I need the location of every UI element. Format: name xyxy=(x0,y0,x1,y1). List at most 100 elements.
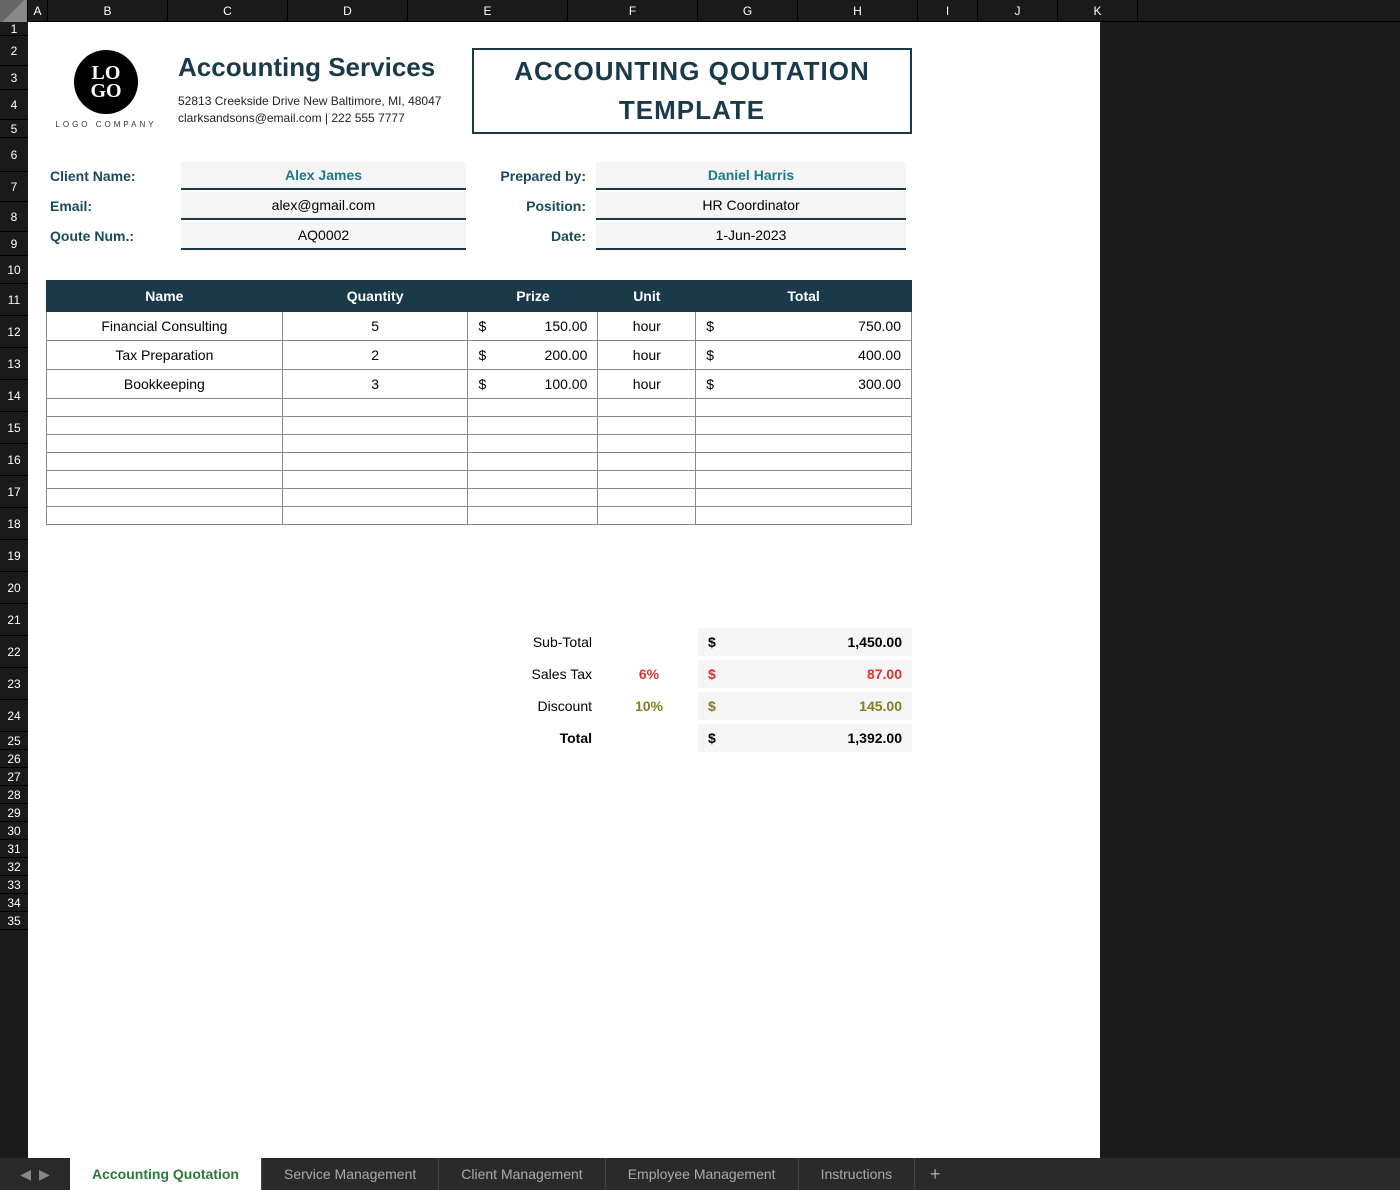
col-header-A[interactable]: A xyxy=(28,0,48,21)
row-header-18[interactable]: 18 xyxy=(0,508,28,540)
add-tab-button[interactable]: + xyxy=(915,1158,955,1190)
row-header-19[interactable]: 19 xyxy=(0,540,28,572)
row-header-5[interactable]: 5 xyxy=(0,120,28,138)
preparer-value-2[interactable]: 1-Jun-2023 xyxy=(596,222,906,250)
table-row[interactable] xyxy=(47,507,912,525)
tab-next-icon[interactable]: ▶ xyxy=(39,1166,50,1183)
row-header-35[interactable]: 35 xyxy=(0,912,28,930)
item-price[interactable]: $100.00 xyxy=(468,370,598,399)
col-header-H[interactable]: H xyxy=(798,0,918,21)
client-value-0[interactable]: Alex James xyxy=(181,162,466,190)
sheet-tabs-bar: ◀ ▶ Accounting QuotationService Manageme… xyxy=(0,1158,1400,1190)
item-total[interactable]: $300.00 xyxy=(696,370,912,399)
row-header-20[interactable]: 20 xyxy=(0,572,28,604)
row-header-2[interactable]: 2 xyxy=(0,36,28,66)
table-row[interactable] xyxy=(47,489,912,507)
tab-client-management[interactable]: Client Management xyxy=(439,1158,605,1190)
tab-service-management[interactable]: Service Management xyxy=(262,1158,439,1190)
company-contact: clarksandsons@email.com | 222 555 7777 xyxy=(178,110,441,127)
row-header-4[interactable]: 4 xyxy=(0,90,28,120)
col-header-K[interactable]: K xyxy=(1058,0,1138,21)
logo-line2: GO xyxy=(90,82,121,100)
col-header-E[interactable]: E xyxy=(408,0,568,21)
row-header-15[interactable]: 15 xyxy=(0,412,28,444)
tab-instructions[interactable]: Instructions xyxy=(799,1158,916,1190)
tax-value: $87.00 xyxy=(698,660,912,688)
row-header-29[interactable]: 29 xyxy=(0,804,28,822)
table-row[interactable]: Financial Consulting5$150.00hour$750.00 xyxy=(47,312,912,341)
item-unit[interactable]: hour xyxy=(598,341,696,370)
col-header-I[interactable]: I xyxy=(918,0,978,21)
row-header-14[interactable]: 14 xyxy=(0,380,28,412)
row-header-24[interactable]: 24 xyxy=(0,700,28,732)
col-header-C[interactable]: C xyxy=(168,0,288,21)
col-header-D[interactable]: D xyxy=(288,0,408,21)
row-header-6[interactable]: 6 xyxy=(0,138,28,172)
item-price[interactable]: $150.00 xyxy=(468,312,598,341)
item-unit[interactable]: hour xyxy=(598,312,696,341)
header-quantity: Quantity xyxy=(282,281,468,312)
row-header-27[interactable]: 27 xyxy=(0,768,28,786)
row-header-9[interactable]: 9 xyxy=(0,232,28,256)
row-header-21[interactable]: 21 xyxy=(0,604,28,636)
select-all-corner[interactable] xyxy=(0,0,28,22)
item-name[interactable]: Tax Preparation xyxy=(47,341,283,370)
item-price[interactable]: $200.00 xyxy=(468,341,598,370)
row-header-13[interactable]: 13 xyxy=(0,348,28,380)
items-header-row: Name Quantity Prize Unit Total xyxy=(47,281,912,312)
table-row[interactable] xyxy=(47,453,912,471)
total-label: Total xyxy=(486,730,600,746)
tab-accounting-quotation[interactable]: Accounting Quotation xyxy=(70,1158,262,1190)
table-row[interactable]: Tax Preparation2$200.00hour$400.00 xyxy=(47,341,912,370)
item-name[interactable]: Bookkeeping xyxy=(47,370,283,399)
table-row[interactable] xyxy=(47,399,912,417)
table-row[interactable] xyxy=(47,435,912,453)
table-row[interactable]: Bookkeeping3$100.00hour$300.00 xyxy=(47,370,912,399)
row-header-16[interactable]: 16 xyxy=(0,444,28,476)
preparer-value-0[interactable]: Daniel Harris xyxy=(596,162,906,190)
row-header-25[interactable]: 25 xyxy=(0,732,28,750)
col-header-B[interactable]: B xyxy=(48,0,168,21)
row-header-12[interactable]: 12 xyxy=(0,316,28,348)
item-unit[interactable]: hour xyxy=(598,370,696,399)
row-header-11[interactable]: 11 xyxy=(0,284,28,316)
items-table[interactable]: Name Quantity Prize Unit Total Financial… xyxy=(46,280,912,525)
item-qty[interactable]: 3 xyxy=(282,370,468,399)
row-header-26[interactable]: 26 xyxy=(0,750,28,768)
table-row[interactable] xyxy=(47,417,912,435)
col-header-F[interactable]: F xyxy=(568,0,698,21)
col-header-G[interactable]: G xyxy=(698,0,798,21)
row-header-28[interactable]: 28 xyxy=(0,786,28,804)
item-total[interactable]: $750.00 xyxy=(696,312,912,341)
item-total[interactable]: $400.00 xyxy=(696,341,912,370)
row-header-30[interactable]: 30 xyxy=(0,822,28,840)
row-header-31[interactable]: 31 xyxy=(0,840,28,858)
row-header-33[interactable]: 33 xyxy=(0,876,28,894)
item-qty[interactable]: 2 xyxy=(282,341,468,370)
row-header-8[interactable]: 8 xyxy=(0,202,28,232)
row-header-10[interactable]: 10 xyxy=(0,256,28,284)
item-qty[interactable]: 5 xyxy=(282,312,468,341)
client-value-2[interactable]: AQ0002 xyxy=(181,222,466,250)
discount-label: Discount xyxy=(486,698,600,714)
row-header-34[interactable]: 34 xyxy=(0,894,28,912)
row-header-3[interactable]: 3 xyxy=(0,66,28,90)
tab-employee-management[interactable]: Employee Management xyxy=(606,1158,799,1190)
row-header-23[interactable]: 23 xyxy=(0,668,28,700)
row-header-32[interactable]: 32 xyxy=(0,858,28,876)
client-value-1[interactable]: alex@gmail.com xyxy=(181,192,466,220)
tab-prev-icon[interactable]: ◀ xyxy=(20,1166,31,1183)
header-price: Prize xyxy=(468,281,598,312)
logo-subtitle: LOGO COMPANY xyxy=(46,120,166,129)
table-row[interactable] xyxy=(47,471,912,489)
client-label-0: Client Name: xyxy=(46,168,181,184)
preparer-label-0: Prepared by: xyxy=(486,168,596,184)
row-header-17[interactable]: 17 xyxy=(0,476,28,508)
discount-percent: 10% xyxy=(600,698,698,714)
row-header-7[interactable]: 7 xyxy=(0,172,28,202)
preparer-value-1[interactable]: HR Coordinator xyxy=(596,192,906,220)
col-header-J[interactable]: J xyxy=(978,0,1058,21)
item-name[interactable]: Financial Consulting xyxy=(47,312,283,341)
row-header-22[interactable]: 22 xyxy=(0,636,28,668)
row-header-1[interactable]: 1 xyxy=(0,22,28,36)
